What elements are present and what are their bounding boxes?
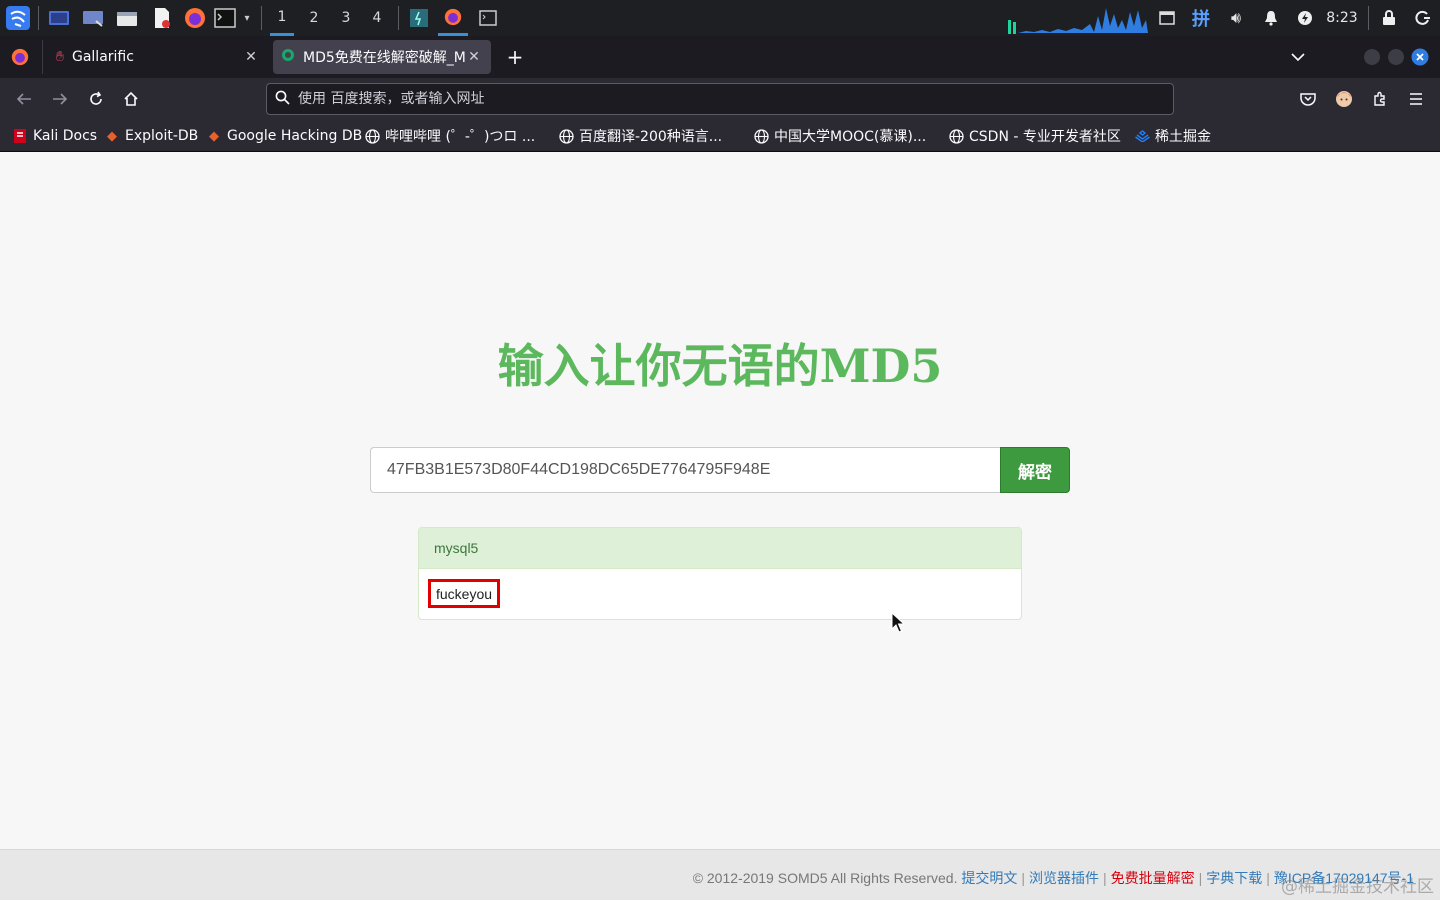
back-arrow-icon[interactable] [10, 86, 38, 112]
juejin-icon [1134, 128, 1150, 144]
workspace-2[interactable]: 2 [302, 0, 326, 36]
kali-menu-icon[interactable] [2, 0, 34, 36]
extensions-icon[interactable] [1366, 86, 1394, 112]
bookmark-bilibili[interactable]: 哔哩哔哩 (゜-゜)つロ ... [364, 126, 535, 146]
logout-icon[interactable] [1412, 0, 1434, 36]
ime-pinyin-icon[interactable]: 拼 [1188, 0, 1214, 36]
exploit-db-icon: ◆ [107, 128, 117, 144]
search-icon [275, 90, 290, 109]
url-input[interactable] [298, 91, 1158, 107]
firefox-view-icon[interactable] [6, 36, 34, 78]
window-list-icon[interactable] [1156, 0, 1178, 36]
volume-icon[interactable]: 🔊︎ [1224, 0, 1248, 36]
show-desktop-icon[interactable] [46, 0, 72, 36]
tab-gallarific[interactable]: ✋︎ Gallarific ✕ [48, 40, 268, 74]
reload-icon[interactable] [82, 86, 110, 112]
bookmark-mooc[interactable]: 中国大学MOOC(慕课)... [753, 126, 926, 146]
bookmark-google-hacking-db[interactable]: ◆ Google Hacking DB [206, 126, 362, 146]
batch-decrypt-link[interactable]: 免费批量解密 [1111, 870, 1195, 886]
kali-docs-icon [12, 128, 28, 144]
tab-title: Gallarific [71, 49, 134, 65]
terminal-window-icon[interactable] [476, 0, 500, 36]
url-bar[interactable] [266, 83, 1174, 115]
list-all-tabs-icon[interactable] [1286, 36, 1310, 78]
workspace-1[interactable]: 1 [270, 0, 294, 36]
bookmark-csdn[interactable]: CSDN - 专业开发者社区 [948, 126, 1121, 146]
bookmark-label: 哔哩哔哩 (゜-゜)つロ ... [385, 129, 536, 145]
os-taskbar: ▾ 1 2 3 4 拼 🔊︎ 8:23 [0, 0, 1440, 36]
page-footer: © 2012-2019 SOMD5 All Rights Reserved. 提… [0, 849, 1440, 900]
pocket-icon[interactable] [1294, 86, 1322, 112]
minimize-window-button[interactable] [1362, 36, 1382, 78]
hamburger-menu-icon[interactable] [1402, 86, 1430, 112]
globe-icon [558, 128, 574, 144]
globe-icon [364, 128, 380, 144]
account-avatar-icon[interactable] [1330, 86, 1358, 112]
clock[interactable]: 8:23 [1322, 0, 1362, 36]
page-content: 输入让你无语的MD5 解密 mysql5 fuckeyou [0, 152, 1440, 849]
hash-input[interactable] [370, 447, 1000, 493]
decrypted-plaintext: fuckeyou [428, 579, 501, 608]
dictionary-download-link[interactable]: 字典下载 [1206, 870, 1262, 886]
firefox-window-icon[interactable] [438, 0, 468, 36]
app-window-icon[interactable] [406, 0, 432, 36]
firefox-launcher-icon[interactable] [182, 0, 208, 36]
terminal-launcher-icon[interactable] [212, 0, 238, 36]
globe-icon [753, 128, 769, 144]
result-panel: mysql5 fuckeyou [418, 527, 1022, 620]
watermark: @稀土掘金技术社区 [1281, 877, 1434, 897]
workspace-4[interactable]: 4 [365, 0, 389, 36]
home-icon[interactable] [117, 86, 145, 112]
lock-screen-icon[interactable] [1378, 0, 1400, 36]
forward-arrow-icon[interactable] [46, 86, 74, 112]
close-tab-icon[interactable]: ✕ [242, 49, 260, 65]
md5-search-form: 解密 [370, 447, 1070, 493]
maximize-window-button[interactable] [1386, 36, 1406, 78]
gallarific-favicon-icon: ✋︎ [56, 49, 64, 65]
copyright-text: © 2012-2019 SOMD5 All Rights Reserved. [692, 870, 958, 886]
page-title: 输入让你无语的MD5 [497, 339, 943, 393]
bookmark-label: Exploit-DB [125, 128, 199, 144]
mouse-cursor-icon [891, 612, 905, 633]
close-tab-icon[interactable]: ✕ [465, 49, 483, 65]
bookmark-label: 稀土掘金 [1155, 129, 1211, 145]
result-type-label: mysql5 [419, 528, 1021, 569]
new-tab-button[interactable]: + [502, 36, 528, 78]
text-editor-icon[interactable] [149, 0, 175, 36]
submit-plaintext-link[interactable]: 提交明文 [961, 870, 1017, 886]
browser-nav-bar [0, 78, 1440, 120]
workspace-3[interactable]: 3 [334, 0, 358, 36]
bookmark-baidu-translate[interactable]: 百度翻译-200种语言... [558, 126, 722, 146]
bookmark-label: CSDN - 专业开发者社区 [969, 129, 1121, 145]
bookmark-label: Google Hacking DB [227, 128, 363, 144]
bookmarks-toolbar: Kali Docs ◆ Exploit-DB ◆ Google Hacking … [0, 120, 1440, 152]
somd5-favicon-icon [281, 48, 295, 66]
tab-title: MD5免费在线解密破解_M [303, 50, 465, 66]
decrypt-button[interactable]: 解密 [1000, 447, 1070, 493]
bookmark-label: 百度翻译-200种语言... [579, 129, 723, 145]
result-body: fuckeyou [419, 569, 1021, 619]
power-manager-icon[interactable] [1294, 0, 1316, 36]
notifications-bell-icon[interactable] [1260, 0, 1282, 36]
bookmark-exploit-db[interactable]: ◆ Exploit-DB [104, 126, 198, 146]
bookmark-label: Kali Docs [33, 128, 98, 144]
bookmark-kali-docs[interactable]: Kali Docs [12, 126, 97, 146]
file-manager-icon[interactable] [114, 0, 140, 36]
globe-icon [948, 128, 964, 144]
browser-tab-strip: ✋︎ Gallarific ✕ MD5免费在线解密破解_M ✕ + [0, 36, 1440, 78]
tab-md5-decrypt[interactable]: MD5免费在线解密破解_M ✕ [273, 40, 491, 74]
ghdb-icon: ◆ [209, 128, 219, 144]
close-window-button[interactable] [1410, 36, 1430, 78]
browser-plugin-link[interactable]: 浏览器插件 [1029, 870, 1099, 886]
cpu-network-graph-icon [1008, 8, 1148, 34]
launcher-dropdown-icon[interactable]: ▾ [240, 0, 254, 36]
bookmark-juejin[interactable]: 稀土掘金 [1134, 126, 1211, 146]
bookmark-label: 中国大学MOOC(慕课)... [774, 129, 927, 145]
workspace-switcher-icon[interactable] [80, 0, 106, 36]
